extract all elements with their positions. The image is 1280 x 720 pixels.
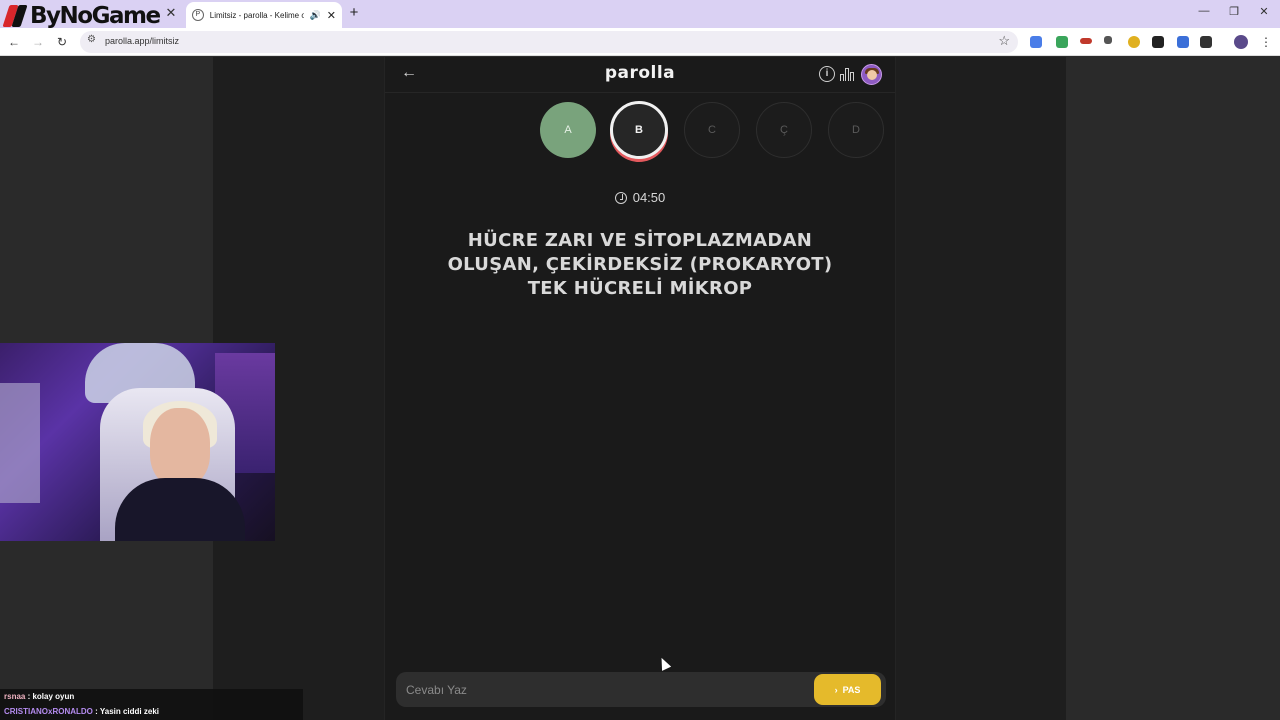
app-header: ← parolla i — [385, 57, 895, 93]
bookmark-star-icon[interactable]: ☆ — [998, 33, 1010, 49]
info-icon[interactable]: i — [819, 66, 835, 82]
restore-icon[interactable]: ❐ — [1226, 5, 1242, 18]
forward-arrow-icon[interactable]: → — [30, 33, 46, 51]
tab-title: Limitsiz - parolla - Kelime o — [209, 10, 304, 20]
extension-icon[interactable] — [1104, 36, 1112, 44]
letter-bubble-c-cedilla: Ç — [756, 102, 812, 158]
answer-input[interactable] — [406, 672, 806, 707]
answer-bar: › PAS — [396, 672, 886, 707]
letter-bubble-d: D — [828, 102, 884, 158]
translate-extension-icon[interactable] — [1030, 36, 1042, 48]
chevron-right-icon: › — [834, 684, 838, 695]
url-text: parolla.app/limitsiz — [105, 36, 180, 46]
back-arrow-icon[interactable]: ← — [6, 33, 22, 51]
chat-overlay: rsnaa : kolay oyun CRISTIANOxRONALDO : Y… — [0, 689, 303, 720]
profile-avatar-icon[interactable] — [1234, 35, 1248, 49]
site-info-icon[interactable]: ⚙ — [87, 34, 96, 45]
tab-strip: ✕ P Limitsiz - parolla - Kelime o 🔊 ✕ + … — [0, 0, 1280, 28]
parolla-app: ← parolla i A B C Ç D 04:50 HÜCRE ZARI V… — [384, 57, 896, 720]
chat-text: : Yasin ciddi zeki — [92, 707, 159, 716]
channel-logo: ByNoGame — [2, 1, 161, 31]
new-tab-button[interactable]: + — [347, 5, 361, 21]
avatar[interactable] — [861, 64, 882, 85]
extension-icon[interactable] — [1080, 38, 1092, 44]
timer: 04:50 — [385, 190, 895, 205]
letter-bubble-c: C — [684, 102, 740, 158]
chat-message: CRISTIANOxRONALDO : Yasin ciddi zeki — [4, 707, 159, 716]
pass-button[interactable]: › PAS — [814, 674, 881, 705]
right-margin — [1066, 57, 1280, 720]
browser-toolbar: ← → ↻ ⚙ parolla.app/limitsiz ☆ ⋮ — [0, 28, 1280, 56]
close-tab-icon[interactable]: ✕ — [327, 9, 336, 22]
extension-icon[interactable] — [1128, 36, 1140, 48]
menu-kebab-icon[interactable]: ⋮ — [1258, 33, 1274, 51]
timer-value: 04:50 — [632, 190, 666, 205]
chat-username: rsnaa — [4, 692, 26, 701]
puzzle-extensions-icon[interactable] — [1200, 36, 1212, 48]
favicon-icon: P — [192, 9, 204, 21]
letter-bubble-b: B — [610, 101, 668, 159]
tab-active[interactable]: P Limitsiz - parolla - Kelime o 🔊 ✕ — [186, 2, 342, 28]
chat-message: rsnaa : kolay oyun — [4, 692, 74, 701]
chat-username: CRISTIANOxRONALDO — [4, 707, 93, 716]
close-tab-icon[interactable]: ✕ — [165, 6, 177, 19]
speaker-icon[interactable]: 🔊 — [310, 10, 321, 21]
logo-text: ByNoGame — [30, 3, 161, 29]
letter-bubble-a: A — [540, 102, 596, 158]
chat-text: : kolay oyun — [25, 692, 75, 701]
webcam-overlay — [0, 343, 275, 541]
question-text: HÜCRE ZARI VE SİTOPLAZMADAN OLUŞAN, ÇEKİ… — [447, 230, 833, 299]
extension-icon[interactable] — [1056, 36, 1068, 48]
stats-icon[interactable] — [840, 66, 856, 82]
address-bar[interactable]: ⚙ parolla.app/limitsiz ☆ — [80, 31, 1018, 53]
close-window-icon[interactable]: ✕ — [1256, 5, 1272, 18]
pass-label: PAS — [842, 684, 861, 695]
clock-icon — [614, 191, 627, 204]
logo-mark-icon — [2, 3, 28, 29]
extension-icon[interactable] — [1152, 36, 1164, 48]
reload-icon[interactable]: ↻ — [54, 33, 70, 51]
minimize-icon[interactable]: — — [1196, 5, 1212, 17]
extension-icon[interactable] — [1177, 36, 1189, 48]
